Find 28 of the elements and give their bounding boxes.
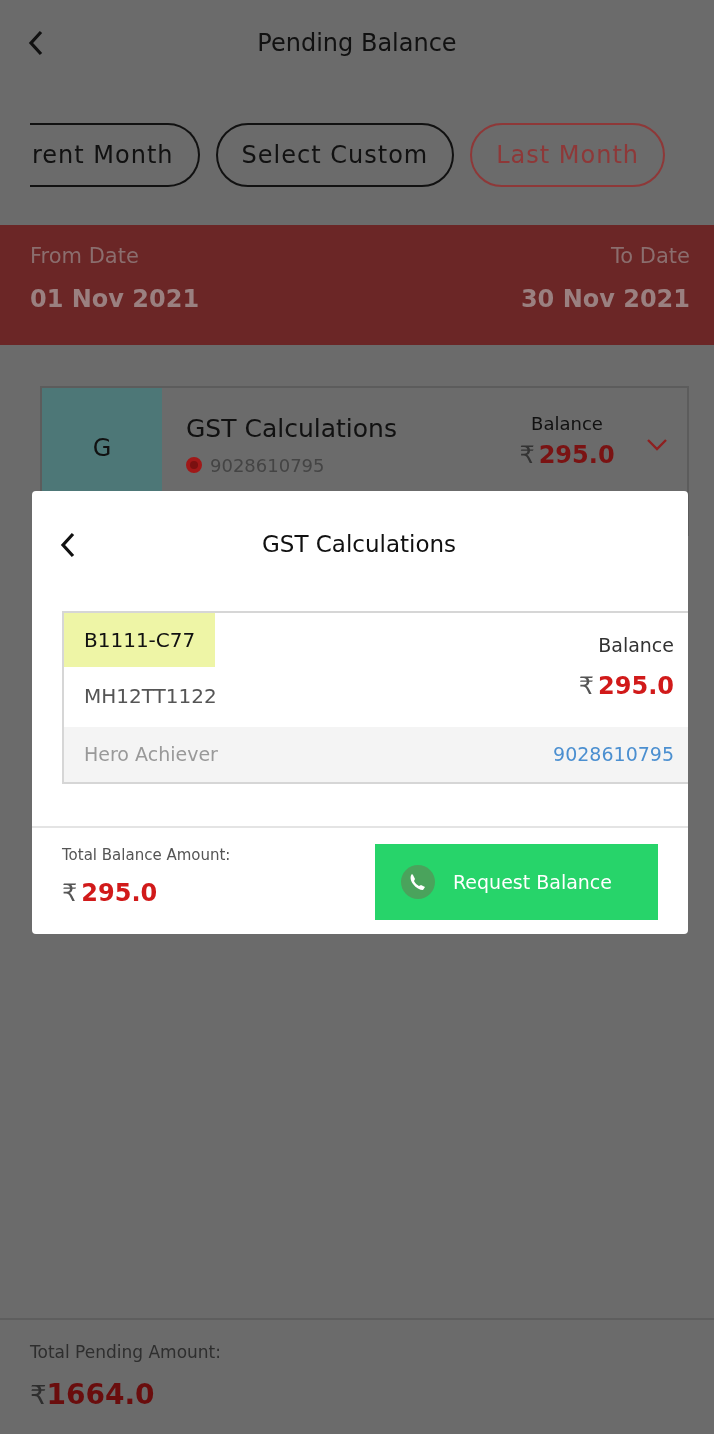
balance-label: Balance	[597, 633, 674, 658]
vehicle-model: Hero Achiever	[84, 742, 218, 768]
filter-chip[interactable]: rent Month	[30, 123, 200, 187]
balance-amount: 295.0	[598, 670, 674, 702]
balance-amount: 295.0	[538, 440, 615, 471]
total-balance-label: Total Balance Amount:	[62, 845, 231, 866]
customer-name: GST Calculations	[186, 413, 398, 445]
vehicle-number: MH12TT1122	[83, 683, 218, 710]
to-date-label: To Date	[610, 243, 690, 270]
balance-label: Balance	[530, 412, 604, 436]
total-balance-amount: 295.0	[81, 877, 158, 909]
total-pending-amount: 1664.0	[46, 1376, 155, 1413]
request-balance-button[interactable]: Request Balance	[375, 844, 658, 920]
from-date-value: 01 Nov 2021	[30, 283, 200, 315]
from-date-label: From Date	[30, 243, 140, 270]
rupee-sign: ₹	[578, 670, 595, 702]
to-date-value: 30 Nov 2021	[520, 283, 690, 315]
rupee-sign: ₹	[62, 877, 78, 909]
page-title: Pending Balance	[257, 28, 457, 57]
vehicle-tag: B1111-C77	[64, 613, 216, 667]
filter-chip[interactable]: Select Custom	[215, 123, 455, 187]
phone-link[interactable]: 9028610795	[553, 740, 674, 769]
rupee-sign: ₹	[30, 1378, 47, 1412]
status-dot-icon	[186, 457, 202, 473]
avatar-initial: G	[92, 433, 112, 464]
total-pending-label: Total Pending Amount:	[30, 1341, 222, 1364]
rupee-sign: ₹	[519, 440, 535, 471]
phone-icon	[399, 863, 437, 901]
